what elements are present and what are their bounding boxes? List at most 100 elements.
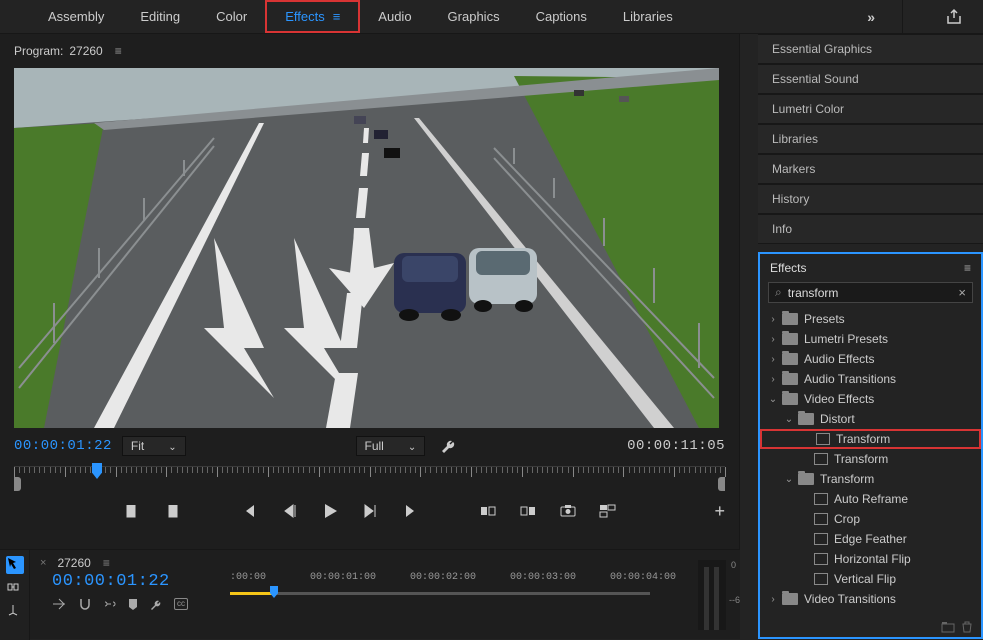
marker-icon[interactable] bbox=[128, 598, 138, 610]
expand-icon[interactable]: ⌄ bbox=[768, 394, 778, 405]
share-icon[interactable] bbox=[945, 8, 963, 26]
timeline-timecode[interactable]: 00:00:01:22 bbox=[52, 572, 170, 591]
export-frame-button[interactable] bbox=[557, 500, 579, 522]
workspace-tab-bar: Assembly Editing Color Effects ≡ Audio G… bbox=[0, 0, 983, 34]
timeline-scrollbar[interactable] bbox=[230, 592, 650, 595]
extract-button[interactable] bbox=[517, 500, 539, 522]
meter-right bbox=[714, 567, 719, 630]
program-viewer[interactable] bbox=[14, 68, 719, 428]
preset-icon bbox=[814, 493, 828, 505]
tab-assembly[interactable]: Assembly bbox=[30, 0, 122, 33]
tab-editing[interactable]: Editing bbox=[122, 0, 198, 33]
expand-icon[interactable]: › bbox=[768, 314, 778, 325]
panel-tab-libraries[interactable]: Libraries bbox=[758, 124, 983, 154]
tree-item-label: Horizontal Flip bbox=[834, 552, 911, 566]
effects-panel-title: Effects bbox=[770, 261, 806, 275]
quality-dropdown[interactable]: Full bbox=[356, 436, 426, 456]
program-scrubber[interactable] bbox=[14, 466, 725, 494]
mark-out-button[interactable] bbox=[161, 500, 183, 522]
effects-item[interactable]: Horizontal Flip bbox=[760, 549, 981, 569]
effects-folder[interactable]: › Video Transitions bbox=[760, 589, 981, 609]
effects-folder[interactable]: ›Lumetri Presets bbox=[760, 329, 981, 349]
effects-folder[interactable]: ⌄Transform bbox=[760, 469, 981, 489]
effects-folder[interactable]: ⌄Video Effects bbox=[760, 389, 981, 409]
expand-icon[interactable]: › bbox=[768, 374, 778, 385]
expand-icon[interactable]: ⌄ bbox=[784, 414, 794, 425]
panel-tab-info[interactable]: Info bbox=[758, 214, 983, 244]
tree-item-label: Video Transitions bbox=[804, 592, 896, 606]
panel-tab-essential-sound[interactable]: Essential Sound bbox=[758, 64, 983, 94]
step-fwd-button[interactable] bbox=[359, 500, 381, 522]
effects-folder[interactable]: ⌄Distort bbox=[760, 409, 981, 429]
effects-item[interactable]: Auto Reframe bbox=[760, 489, 981, 509]
linked-selection-icon[interactable] bbox=[102, 598, 116, 610]
effects-item[interactable]: Vertical Flip bbox=[760, 569, 981, 589]
panel-tab-essential-graphics[interactable]: Essential Graphics bbox=[758, 34, 983, 64]
razor-tool[interactable] bbox=[6, 604, 24, 622]
button-editor-icon[interactable]: + bbox=[714, 501, 725, 522]
effects-search-box[interactable]: ⌕ × bbox=[768, 282, 973, 303]
new-bin-icon[interactable] bbox=[941, 621, 955, 633]
tree-item-label: Edge Feather bbox=[834, 532, 907, 546]
meter-label-6: --6 bbox=[729, 595, 740, 605]
insert-mode-icon[interactable] bbox=[52, 598, 66, 610]
lift-button[interactable] bbox=[477, 500, 499, 522]
effects-search-input[interactable] bbox=[788, 286, 953, 300]
tab-menu-icon[interactable]: ≡ bbox=[333, 9, 341, 24]
tab-audio[interactable]: Audio bbox=[360, 0, 429, 33]
current-timecode[interactable]: 00:00:01:22 bbox=[14, 438, 112, 454]
inpoint-handle[interactable] bbox=[14, 477, 21, 491]
tab-color[interactable]: Color bbox=[198, 0, 265, 33]
effects-filter-bar bbox=[941, 621, 973, 633]
ripple-tool[interactable] bbox=[6, 580, 24, 598]
effects-item[interactable]: Transform bbox=[760, 449, 981, 469]
tree-item-label: Vertical Flip bbox=[834, 572, 896, 586]
effects-folder[interactable]: ›Presets bbox=[760, 309, 981, 329]
ruler-label: 00:00:01:00 bbox=[310, 572, 376, 583]
effects-panel: Effects ≡ ⌕ × ›Presets›Lumetri Presets›A… bbox=[758, 252, 983, 639]
effects-folder[interactable]: ›Audio Effects bbox=[760, 349, 981, 369]
go-to-in-button[interactable] bbox=[239, 500, 261, 522]
right-panel-stack: Essential Graphics Essential Sound Lumet… bbox=[758, 34, 983, 244]
tab-captions[interactable]: Captions bbox=[518, 0, 605, 33]
folder-icon bbox=[798, 473, 814, 485]
effects-panel-menu-icon[interactable]: ≡ bbox=[964, 261, 971, 275]
timeline-ruler[interactable]: :00:00 00:00:01:00 00:00:02:00 00:00:03:… bbox=[230, 572, 670, 592]
delete-icon[interactable] bbox=[961, 621, 973, 633]
timeline-menu-icon[interactable]: ≡ bbox=[103, 556, 110, 570]
outpoint-handle[interactable] bbox=[718, 477, 725, 491]
expand-icon[interactable]: › bbox=[768, 354, 778, 365]
effects-folder[interactable]: ›Audio Transitions bbox=[760, 369, 981, 389]
play-button[interactable] bbox=[319, 500, 341, 522]
step-back-button[interactable] bbox=[279, 500, 301, 522]
tab-libraries[interactable]: Libraries bbox=[605, 0, 691, 33]
program-label: Program: bbox=[14, 44, 63, 58]
expand-icon[interactable]: ⌄ bbox=[784, 474, 794, 485]
timeline-settings-icon[interactable] bbox=[150, 598, 162, 610]
mark-in-button[interactable] bbox=[121, 500, 143, 522]
panel-tab-markers[interactable]: Markers bbox=[758, 154, 983, 184]
expand-icon[interactable]: › bbox=[768, 334, 778, 345]
go-to-out-button[interactable] bbox=[399, 500, 421, 522]
panel-tab-lumetri-color[interactable]: Lumetri Color bbox=[758, 94, 983, 124]
timeline-playhead[interactable] bbox=[270, 586, 278, 598]
ruler-label: 00:00:04:00 bbox=[610, 572, 676, 583]
close-icon[interactable]: × bbox=[40, 557, 46, 569]
effects-item[interactable]: Transform bbox=[760, 429, 981, 449]
comparison-view-button[interactable] bbox=[597, 500, 619, 522]
program-menu-icon[interactable]: ≡ bbox=[115, 44, 122, 58]
snap-icon[interactable] bbox=[78, 598, 90, 610]
zoom-dropdown[interactable]: Fit bbox=[122, 436, 186, 456]
tab-graphics[interactable]: Graphics bbox=[430, 0, 518, 33]
overflow-icon[interactable]: » bbox=[867, 9, 875, 25]
tab-effects[interactable]: Effects ≡ bbox=[265, 0, 360, 33]
cc-icon[interactable]: cc bbox=[174, 598, 188, 610]
selection-tool[interactable] bbox=[6, 556, 24, 574]
effects-item[interactable]: Crop bbox=[760, 509, 981, 529]
folder-icon bbox=[782, 393, 798, 405]
clear-search-icon[interactable]: × bbox=[958, 285, 966, 300]
effects-item[interactable]: Edge Feather bbox=[760, 529, 981, 549]
panel-tab-history[interactable]: History bbox=[758, 184, 983, 214]
expand-icon[interactable]: › bbox=[768, 594, 778, 605]
settings-icon[interactable] bbox=[441, 438, 457, 454]
